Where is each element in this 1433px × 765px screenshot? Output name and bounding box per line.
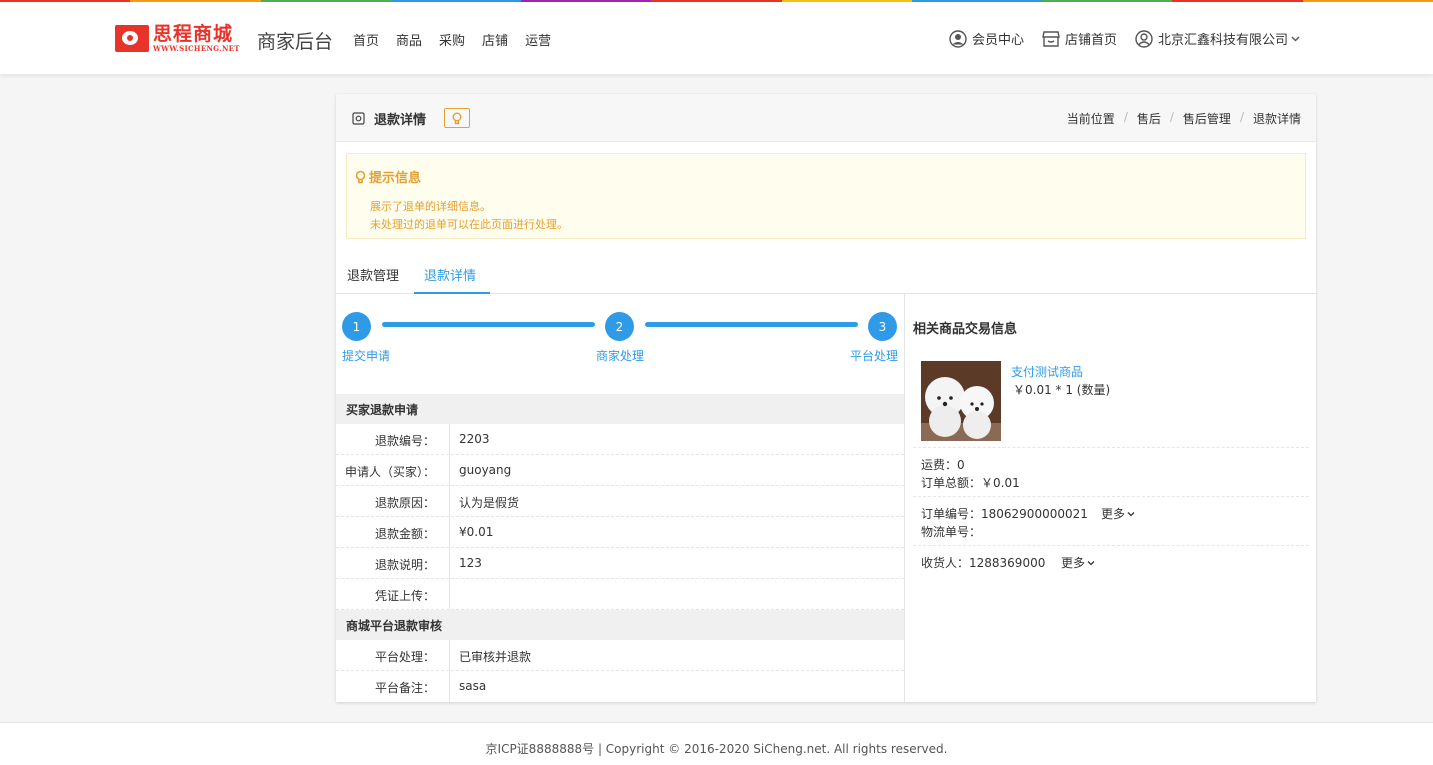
- breadcrumb: 当前位置 / 售后 / 售后管理 / 退款详情: [1066, 110, 1301, 127]
- app-title: 商家后台: [257, 31, 334, 53]
- order-more-toggle[interactable]: 更多: [1101, 505, 1135, 522]
- divider: [913, 447, 1309, 448]
- refund-info-column: 1 2 3 提交申请 商家处理 平台处理 买家退款申请 退款编号： 2203 申请…: [336, 294, 904, 702]
- field-value: ¥0.01: [459, 525, 494, 539]
- chevron-down-icon: [1291, 36, 1300, 42]
- member-center-label: 会员中心: [971, 33, 1024, 48]
- chevron-down-icon: [1087, 560, 1095, 565]
- more-label: 更多: [1101, 507, 1126, 521]
- breadcrumb-item: 退款详情: [1252, 112, 1301, 126]
- field-value: sasa: [459, 679, 487, 693]
- nav-item-goods[interactable]: 商品: [396, 30, 422, 49]
- notice-line: 未处理过的退单可以在此页面进行处理。: [370, 218, 568, 231]
- breadcrumb-item: 当前位置: [1066, 112, 1115, 126]
- notice-title-text: 提示信息: [369, 171, 422, 186]
- step-label: 平台处理: [850, 349, 899, 363]
- shipping-fee: 运费：0: [921, 458, 965, 472]
- order-total: 订单总额：￥0.01: [921, 476, 1020, 490]
- lightbulb-icon: [355, 170, 366, 183]
- divider: [913, 545, 1309, 546]
- table-row: 退款金额： ¥0.01: [336, 517, 904, 548]
- product-price: ￥0.01 * 1 (数量): [1013, 383, 1111, 397]
- field-value: 认为是假货: [459, 496, 520, 510]
- chevron-down-icon: [1127, 511, 1135, 516]
- step-label: 提交申请: [342, 349, 391, 363]
- nav-item-operation[interactable]: 运营: [525, 30, 551, 49]
- company-name: 北京汇鑫科技有限公司: [1157, 33, 1288, 48]
- progress-line: [382, 322, 595, 327]
- table-row: 平台处理： 已审核并退款: [336, 640, 904, 671]
- footer: 京ICP证8888888号 | Copyright © 2016-2020 Si…: [0, 722, 1433, 765]
- related-trade-column: 相关商品交易信息 支付测试商品 ￥0.01 * 1 (数量) 运费：0 订单总额…: [904, 294, 1316, 702]
- receiver-more-toggle[interactable]: 更多: [1061, 554, 1095, 571]
- table-row: 申请人（买家）： guoyang: [336, 455, 904, 486]
- field-label: 平台备注：: [336, 671, 450, 702]
- panel-header: 退款详情 当前位置 / 售后 / 售后管理 / 退款详情: [336, 94, 1316, 142]
- field-label: 退款金额：: [336, 517, 450, 548]
- tab-refund-detail[interactable]: 退款详情: [424, 265, 476, 284]
- table-row: 退款原因： 认为是假货: [336, 486, 904, 517]
- site-logo[interactable]: 思程商城 WWW.SICHENG.NET: [115, 23, 249, 53]
- product-thumbnail[interactable]: [921, 361, 1001, 441]
- logo-name: 思程商城: [153, 23, 234, 45]
- notice-box: 提示信息 展示了退单的详细信息。 未处理过的退单可以在此页面进行处理。: [346, 153, 1306, 239]
- header-right: 会员中心 店铺首页 北京汇鑫科技有限公司: [931, 29, 1305, 48]
- field-label: 申请人（买家）：: [336, 455, 450, 486]
- progress-line: [645, 322, 858, 327]
- field-label: 退款编号：: [336, 424, 450, 455]
- table-row: 退款说明： 123: [336, 548, 904, 579]
- account-icon: [1135, 29, 1153, 48]
- nav-item-purchase[interactable]: 采购: [439, 30, 465, 49]
- section-title: 买家退款申请: [336, 394, 904, 424]
- notice-title: 提示信息: [355, 167, 421, 186]
- field-value: 123: [459, 556, 482, 570]
- footer-copyright: 京ICP证8888888号 | Copyright © 2016-2020 Si…: [485, 742, 948, 756]
- step-number: 2: [605, 312, 634, 341]
- logistics-number: 物流单号：: [921, 525, 982, 539]
- step-number: 3: [868, 312, 897, 341]
- page-icon: [352, 112, 365, 125]
- field-label: 退款原因：: [336, 486, 450, 517]
- breadcrumb-item[interactable]: 售后管理: [1183, 110, 1231, 127]
- table-row: 凭证上传：: [336, 579, 904, 610]
- tab-bar: 退款管理 退款详情: [336, 257, 1316, 294]
- field-value: guoyang: [459, 463, 512, 477]
- page-title: 退款详情: [374, 113, 427, 128]
- section-title: 商城平台退款审核: [336, 610, 904, 640]
- product-name-link[interactable]: 支付测试商品: [1011, 363, 1083, 380]
- receiver-info: 收货人：1288369000: [921, 556, 1046, 570]
- tip-toggle-button[interactable]: [444, 108, 470, 128]
- field-label: 凭证上传：: [336, 579, 450, 610]
- shop-home-link[interactable]: 店铺首页: [1042, 29, 1117, 48]
- step-number: 1: [342, 312, 371, 341]
- top-header: 思程商城 WWW.SICHENG.NET 商家后台 首页 商品 采购 店铺 运营…: [0, 2, 1433, 74]
- shop-home-label: 店铺首页: [1064, 33, 1117, 48]
- main-nav: 首页 商品 采购 店铺 运营: [353, 30, 568, 49]
- field-value: 2203: [459, 432, 490, 446]
- refund-detail-panel: 退款详情 当前位置 / 售后 / 售后管理 / 退款详情 提示信息 展示了退单的…: [336, 94, 1316, 702]
- store-icon: [1042, 30, 1060, 47]
- more-label: 更多: [1061, 556, 1086, 570]
- member-center-link[interactable]: 会员中心: [949, 29, 1024, 48]
- nav-item-shop[interactable]: 店铺: [482, 30, 508, 49]
- table-row: 退款编号： 2203: [336, 424, 904, 455]
- table-row: 平台备注： sasa: [336, 671, 904, 702]
- field-value: 已审核并退款: [459, 650, 532, 664]
- breadcrumb-item[interactable]: 售后: [1137, 110, 1161, 127]
- field-label: 退款说明：: [336, 548, 450, 579]
- tab-refund-management[interactable]: 退款管理: [347, 265, 399, 284]
- nav-item-home[interactable]: 首页: [353, 30, 379, 49]
- product-image: [921, 361, 1001, 441]
- order-number: 订单编号：18062900000021: [921, 507, 1088, 521]
- logo-url: WWW.SICHENG.NET: [153, 44, 240, 53]
- user-circle-icon: [949, 29, 967, 48]
- account-menu[interactable]: 北京汇鑫科技有限公司: [1135, 29, 1305, 48]
- related-title: 相关商品交易信息: [913, 322, 1018, 337]
- notice-line: 展示了退单的详细信息。: [370, 200, 491, 213]
- logo-mark-icon: [115, 25, 149, 52]
- step-label: 商家处理: [596, 349, 645, 363]
- lightbulb-icon: [452, 112, 462, 124]
- divider: [913, 496, 1309, 497]
- field-label: 平台处理：: [336, 640, 450, 671]
